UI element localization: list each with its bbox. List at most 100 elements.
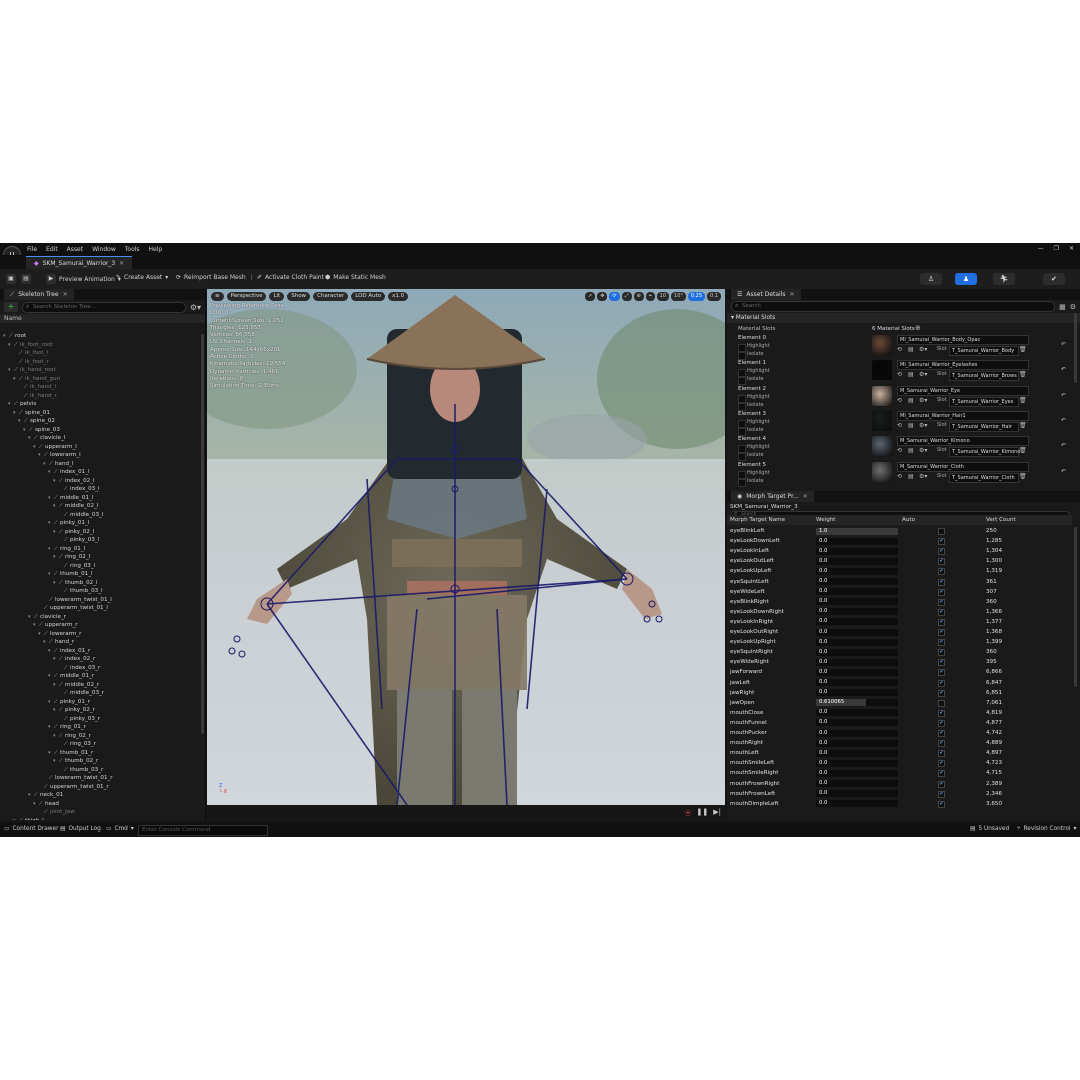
auto-checkbox[interactable]: ✔ [938, 750, 945, 758]
menu-item-asset[interactable]: Asset [67, 246, 83, 253]
morph-col-weight[interactable]: Weight [816, 515, 836, 525]
morph-target-row[interactable]: eyeLookInRight 0.0 ✔ 1,377 [727, 617, 1072, 627]
browse-folder-icon[interactable]: ▤ [908, 447, 914, 454]
material-options-icon[interactable]: ⚙▾ [919, 371, 927, 378]
menu-item-file[interactable]: File [27, 246, 37, 253]
bone-row[interactable]: ⟋ joint_Jaw [0, 808, 200, 817]
material-dropdown[interactable]: M_Samurai_Warrior_Cloth [897, 461, 1029, 472]
bone-row[interactable]: ⟋ index_03_r [0, 664, 200, 673]
highlight-checkbox[interactable] [738, 445, 746, 454]
material-dropdown[interactable]: M_Samurai_Warrior_Kimono [897, 436, 1029, 447]
details-search-input[interactable]: Search [731, 301, 1056, 312]
morph-target-row[interactable]: eyeLookUpLeft 0.0 ✔ 1,319 [727, 566, 1072, 576]
close-tab-icon[interactable]: ✕ [63, 289, 68, 300]
bone-row[interactable]: ⟋ pinky_03_r [0, 715, 200, 724]
preview-animation-button[interactable]: ▶ Preview Animation ▾ [46, 274, 121, 284]
menu-item-help[interactable]: Help [149, 246, 163, 253]
weight-slider[interactable]: 0.610065 [816, 699, 898, 707]
slot-name-field[interactable]: T_Samurai_Warrior_Body [949, 346, 1019, 356]
bone-row[interactable]: ▾ ⟋ ik_foot_root [0, 341, 200, 350]
slot-name-field[interactable]: T_Samurai_Warrior_Kimono [949, 447, 1020, 458]
auto-checkbox[interactable]: ✔ [938, 790, 945, 798]
3d-viewport[interactable]: ≡ Perspective Lit Show Character LOD Aut… [207, 289, 725, 805]
bone-row[interactable]: ▾ ⟋ pinky_01_l [0, 519, 200, 528]
morph-target-row[interactable]: eyeBlinkLeft 1.0 250 [727, 526, 1072, 536]
bone-row[interactable]: ▾ ⟋ spine_01 [0, 409, 200, 418]
material-dropdown[interactable]: M_Samurai_Warrior_Eye [897, 385, 1029, 396]
asset-details-tab[interactable]: ☰ Asset Details ✕ [731, 289, 801, 300]
bone-row[interactable]: ▾ ⟋ middle_02_l [0, 502, 200, 511]
auto-checkbox[interactable] [938, 528, 945, 535]
morph-col-auto[interactable]: Auto [902, 515, 915, 525]
bone-row[interactable]: ⟋ ring_03_r [0, 740, 200, 749]
slot-name-field[interactable]: T_Samurai_Warrior_Brows [949, 371, 1019, 382]
grid-snap-button[interactable]: 10 [656, 292, 670, 301]
morph-scrollbar[interactable] [1074, 527, 1077, 687]
morph-target-row[interactable]: mouthLeft 0.0 ✔ 4,897 [727, 748, 1072, 758]
add-slot-icon[interactable]: ⊕ [915, 324, 921, 332]
morph-target-row[interactable]: eyeLookUpRight 0.0 ✔ 1,399 [727, 637, 1072, 647]
skeleton-mode-button[interactable]: ♙ [920, 273, 942, 285]
create-asset-button[interactable]: ✎ Create Asset ▾ [116, 274, 168, 281]
weight-slider[interactable]: 0.0 [816, 790, 898, 798]
character-button[interactable]: Character [313, 292, 349, 301]
bone-row[interactable]: ▾ ⟋ hand_r [0, 638, 200, 647]
material-thumbnail[interactable] [872, 360, 892, 381]
close-tab-icon[interactable]: ✕ [790, 289, 795, 300]
skeleton-tree-scrollbar[interactable] [201, 334, 204, 734]
weight-slider[interactable]: 0.0 [816, 578, 898, 585]
weight-slider[interactable]: 0.0 [816, 648, 898, 656]
weight-slider[interactable]: 0.0 [816, 679, 898, 686]
bone-row[interactable]: ▾ ⟋ middle_02_r [0, 681, 200, 690]
surface-snap-icon[interactable]: ⌖ [645, 292, 655, 301]
auto-checkbox[interactable]: ✔ [938, 618, 945, 626]
material-options-icon[interactable]: ⚙▾ [919, 397, 927, 404]
bone-row[interactable]: ▾ ⟋ hand_l [0, 460, 200, 469]
select-tool-icon[interactable]: ➚ [585, 292, 596, 301]
weight-slider[interactable]: 0.0 [816, 759, 898, 767]
highlight-checkbox[interactable] [738, 394, 746, 403]
weight-slider[interactable]: 0.0 [816, 658, 898, 666]
material-options-icon[interactable]: ⚙▾ [919, 473, 927, 480]
delete-icon[interactable]: 🗑︎ [1019, 447, 1027, 454]
show-button[interactable]: Show [287, 292, 311, 301]
auto-checkbox[interactable]: ✔ [938, 538, 945, 546]
menu-item-tools[interactable]: Tools [125, 246, 140, 253]
menu-item-edit[interactable]: Edit [46, 246, 58, 253]
morph-target-row[interactable]: eyeLookInLeft 0.0 ✔ 1,304 [727, 546, 1072, 556]
material-thumbnail[interactable] [872, 461, 892, 482]
settings-gear-icon[interactable]: ⚙ [1070, 303, 1076, 311]
weight-slider[interactable]: 1.0 [816, 527, 898, 535]
auto-checkbox[interactable]: ✔ [938, 669, 945, 677]
morph-target-row[interactable]: mouthPucker 0.0 ✔ 4,742 [727, 728, 1072, 738]
skeleton-tree-tab[interactable]: ⟋ Skeleton Tree ✕ [4, 289, 74, 300]
rotation-snap-button[interactable]: 10° [671, 292, 686, 301]
morph-target-row[interactable]: eyeLookOutLeft 0.0 ✔ 1,300 [727, 556, 1072, 566]
slot-name-field[interactable]: T_Samurai_Warrior_Eyes [949, 396, 1019, 407]
reset-to-default-icon[interactable]: ↶ [1061, 341, 1066, 348]
morph-target-row[interactable]: mouthFrownRight 0.0 ✔ 2,389 [727, 779, 1072, 789]
bone-row[interactable]: ⟋ ik_foot_l [0, 349, 200, 358]
weight-slider[interactable]: 0.0 [816, 628, 898, 636]
morph-target-row[interactable]: eyeSquintLeft 0.0 ✔ 361 [727, 577, 1072, 587]
bone-row[interactable]: ▾ ⟋ neck_01 [0, 791, 200, 800]
delete-icon[interactable]: 🗑︎ [1019, 371, 1027, 378]
delete-icon[interactable]: 🗑︎ [1019, 346, 1027, 353]
make-static-mesh-button[interactable]: ⬢ Make Static Mesh [325, 274, 386, 281]
bone-row[interactable]: ⟋ index_03_l [0, 485, 200, 494]
bone-row[interactable]: ▾ ⟋ pinky_01_r [0, 698, 200, 707]
bone-row[interactable]: ▾ ⟋ index_01_l [0, 468, 200, 477]
move-tool-icon[interactable]: ✥ [597, 292, 608, 301]
bone-row[interactable]: ▾ ⟋ spine_02 [0, 417, 200, 426]
slot-name-field[interactable]: T_Samurai_Warrior_Hair [949, 421, 1019, 432]
material-options-icon[interactable]: ⚙▾ [919, 447, 927, 454]
scale-tool-icon[interactable]: ⤢ [621, 292, 632, 301]
bone-row[interactable]: ▾ ⟋ thumb_01_l [0, 570, 200, 579]
bone-row[interactable]: ▾ ⟋ spine_03 [0, 426, 200, 435]
auto-checkbox[interactable]: ✔ [938, 639, 945, 647]
menu-item-window[interactable]: Window [92, 246, 116, 253]
lit-button[interactable]: Lit [269, 292, 285, 301]
material-slots-section-header[interactable]: ▾ Material Slots [727, 313, 1080, 323]
morph-target-row[interactable]: eyeWideRight 0.0 ✔ 395 [727, 657, 1072, 667]
morph-col-name[interactable]: Morph Target Name [730, 515, 785, 525]
